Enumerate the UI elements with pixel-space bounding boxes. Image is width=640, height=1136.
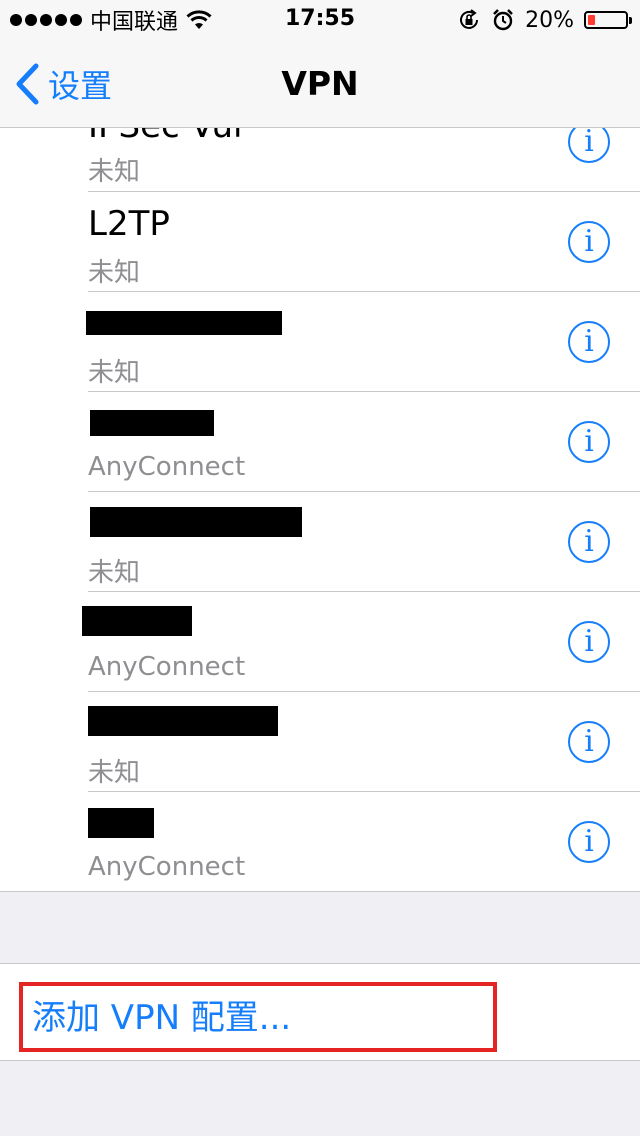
info-glyph: i [584,824,594,859]
vpn-type: 未知 [88,558,141,588]
info-icon[interactable]: i [568,421,610,463]
rotation-lock-icon [460,9,479,29]
info-icon[interactable]: i [568,321,610,363]
vpn-type: AnyConnect [88,652,246,682]
redacted-name-bar [82,606,192,636]
vpn-type: AnyConnect [88,452,246,482]
vpn-config-list: IPSec Vul 未知 i L2TP 未知 i 未知 i AnyConnect… [0,128,640,892]
redacted-name-bar [90,410,214,436]
alarm-icon [493,9,513,31]
vpn-row[interactable]: 未知 i [0,692,640,792]
vpn-type: 未知 [88,258,141,288]
info-glyph: i [584,324,594,359]
vpn-row[interactable]: 未知 i [0,292,640,392]
info-icon[interactable]: i [568,821,610,863]
info-glyph: i [584,128,594,159]
vpn-row[interactable]: AnyConnect i [0,792,640,891]
info-glyph: i [584,724,594,759]
status-bar: 中国联通 17:55 20% [0,0,640,40]
navigation-bar: 设置 VPN [0,40,640,128]
highlight-box [19,982,497,1052]
vpn-type: 未知 [88,358,141,388]
vpn-name: IPSec Vul [88,128,242,146]
page-title: VPN [281,64,359,103]
battery-icon [584,11,632,29]
vpn-row[interactable]: 未知 i [0,492,640,592]
status-right: 20% [457,6,632,34]
vpn-row[interactable]: AnyConnect i [0,392,640,492]
vpn-row[interactable]: L2TP 未知 i [0,192,640,292]
vpn-row[interactable]: IPSec Vul 未知 i [0,128,640,192]
info-glyph: i [584,624,594,659]
info-icon[interactable]: i [568,128,610,163]
redacted-name-bar [88,808,154,838]
redacted-name-bar [86,311,282,335]
battery-percent: 20% [525,7,574,33]
redacted-name-bar [88,706,278,736]
info-icon[interactable]: i [568,221,610,263]
info-icon[interactable]: i [568,521,610,563]
info-icon[interactable]: i [568,721,610,763]
vpn-type: 未知 [88,758,141,788]
info-icon[interactable]: i [568,621,610,663]
vpn-type: 未知 [88,157,141,187]
vpn-name: L2TP [88,204,170,244]
vpn-type: AnyConnect [88,852,246,882]
info-glyph: i [584,524,594,559]
vpn-row[interactable]: AnyConnect i [0,592,640,692]
info-glyph: i [584,224,594,259]
info-glyph: i [584,424,594,459]
redacted-name-bar [90,507,302,537]
battery-fill [588,15,595,25]
